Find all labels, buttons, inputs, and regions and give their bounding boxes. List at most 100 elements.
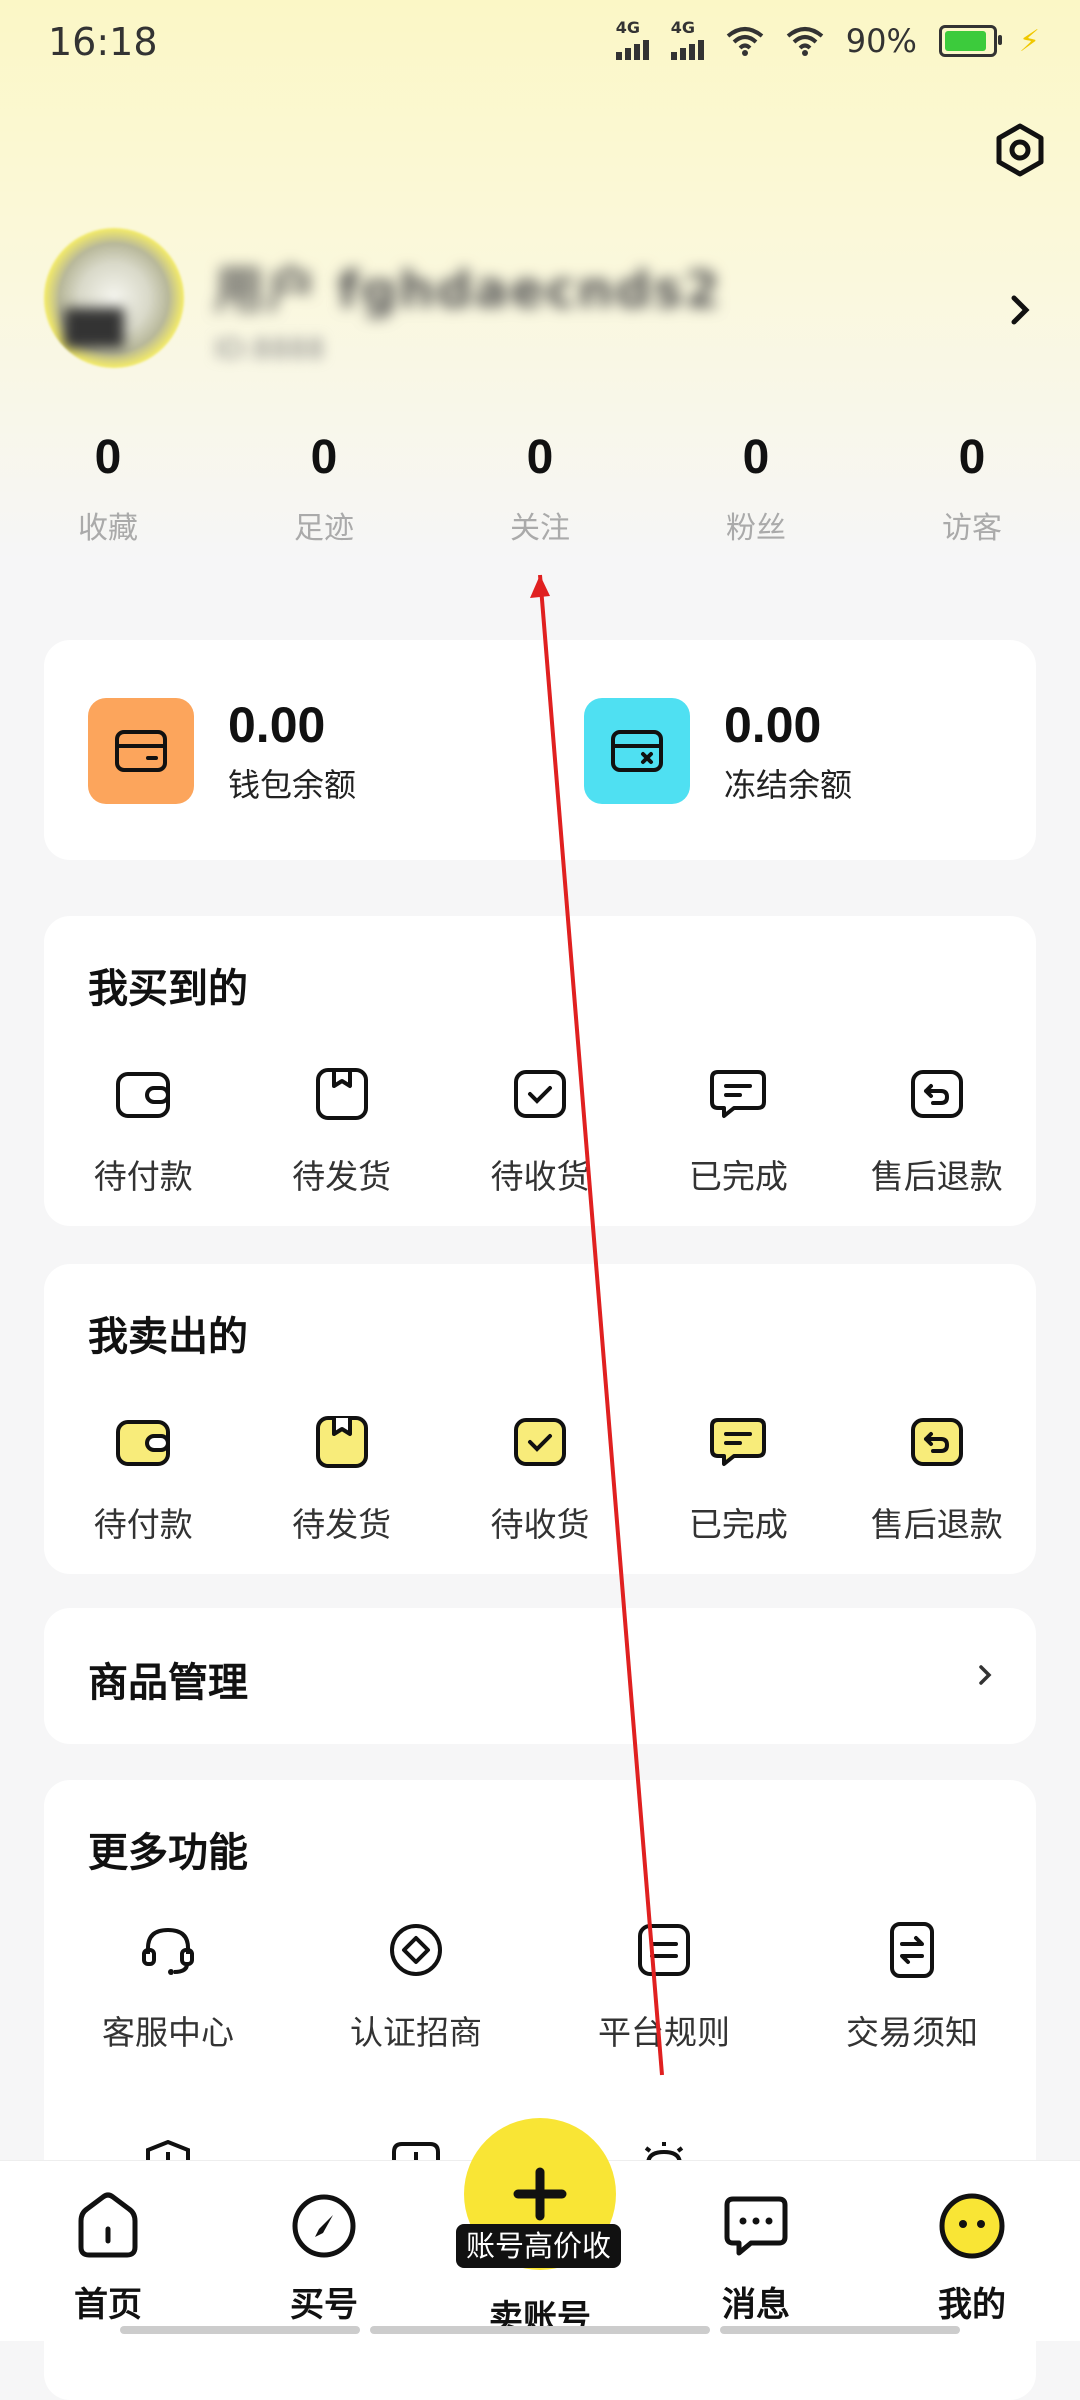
stat-label: 粉丝	[726, 511, 786, 546]
signal-icon: 4G	[615, 18, 649, 60]
section-title: 我卖出的	[88, 1314, 248, 1360]
check-box-icon	[513, 1070, 566, 1118]
home-icon	[78, 2192, 138, 2258]
item-label: 认证招商	[350, 2013, 482, 2052]
gesture-bar	[720, 2326, 960, 2334]
signal-icon-2: 4G	[670, 18, 704, 60]
stat-fans[interactable]: 0 粉丝	[648, 430, 864, 547]
nav-home[interactable]: 首页	[28, 2191, 188, 2326]
item-label: 售后退款	[870, 1157, 1003, 1196]
nav-buy[interactable]: 买号	[244, 2191, 404, 2326]
chevron-right-icon[interactable]	[1000, 290, 1040, 330]
buy-pending-payment[interactable]: 待付款	[44, 1064, 242, 1198]
smiley-icon	[939, 2193, 1005, 2259]
frozen-balance[interactable]: 0.00 冻结余额	[584, 696, 852, 806]
message-icon	[710, 1070, 767, 1118]
sell-after-sales[interactable]: 售后退款	[838, 1412, 1036, 1546]
wallet-card: 0.00 钱包余额 0.00 冻结余额	[44, 640, 1036, 860]
signal-label-2: 4G	[670, 18, 696, 37]
stat-value: 0	[742, 431, 770, 484]
stat-value: 0	[958, 431, 986, 484]
box-icon	[315, 1416, 368, 1468]
buy-completed[interactable]: 已完成	[639, 1064, 837, 1198]
status-time: 16:18	[48, 20, 158, 64]
goods-management-row[interactable]: 商品管理	[44, 1608, 1036, 1744]
wallet-icon	[116, 1072, 171, 1118]
exchange-icon	[890, 1922, 934, 1978]
stat-value: 0	[94, 431, 122, 484]
platform-rules[interactable]: 平台规则	[540, 1920, 788, 2054]
settings-icon[interactable]	[992, 122, 1048, 178]
rules-document-icon	[638, 1924, 690, 1976]
headset-icon	[142, 1927, 194, 1975]
profile-uid: ID:8888	[214, 332, 325, 365]
frozen-wallet-icon	[584, 698, 690, 804]
stat-favorites[interactable]: 0 收藏	[0, 430, 216, 547]
sell-pending-shipment[interactable]: 待发货	[242, 1412, 440, 1546]
stat-footprints[interactable]: 0 足迹	[216, 430, 432, 547]
plus-icon	[513, 2167, 567, 2221]
profile-nickname[interactable]: 用户 fghdaecnds2	[214, 250, 722, 322]
item-label: 售后退款	[870, 1505, 1003, 1544]
nav-messages[interactable]: 消息	[676, 2191, 836, 2326]
item-label: 交易须知	[846, 2013, 978, 2052]
nav-label: 首页	[74, 2285, 142, 2325]
nav-label: 消息	[722, 2285, 790, 2325]
buy-pending-shipment[interactable]: 待发货	[242, 1064, 440, 1198]
check-box-icon	[513, 1418, 566, 1466]
item-label: 客服中心	[102, 2013, 234, 2052]
trading-notice[interactable]: 交易须知	[788, 1920, 1036, 2054]
sell-pending-receipt[interactable]: 待收货	[441, 1412, 639, 1546]
section-title: 商品管理	[88, 1660, 248, 1706]
stat-label: 关注	[510, 511, 570, 546]
chevron-right-icon	[979, 1665, 992, 1685]
wallet-icon	[88, 698, 194, 804]
customer-service[interactable]: 客服中心	[44, 1920, 292, 2054]
compass-icon	[292, 2194, 356, 2258]
item-label: 已完成	[688, 1505, 788, 1544]
stat-value: 0	[526, 431, 554, 484]
item-label: 待付款	[93, 1157, 193, 1196]
chat-icon	[724, 2196, 788, 2256]
avatar[interactable]	[44, 228, 184, 368]
item-label: 待付款	[93, 1505, 193, 1544]
wallet-amount: 0.00	[228, 697, 326, 753]
stat-value: 0	[310, 431, 338, 484]
gesture-bar	[120, 2326, 360, 2334]
certification-merchant[interactable]: 认证招商	[292, 1920, 540, 2054]
item-label: 待收货	[490, 1505, 590, 1544]
stat-label: 访客	[942, 511, 1002, 546]
frozen-amount: 0.00	[724, 697, 822, 753]
stat-following[interactable]: 0 关注	[432, 430, 648, 547]
sell-pending-payment[interactable]: 待付款	[44, 1412, 242, 1546]
return-icon	[910, 1418, 963, 1466]
buy-orders-card: 我买到的 待付款 待发货 待收货 已完成 售后退款	[44, 916, 1036, 1226]
charging-icon: ⚡	[1018, 23, 1040, 59]
item-label: 待收货	[490, 1157, 590, 1196]
battery-icon	[938, 25, 1002, 57]
item-label: 已完成	[688, 1157, 788, 1196]
buy-after-sales[interactable]: 售后退款	[838, 1064, 1036, 1198]
nav-label: 买号	[290, 2285, 358, 2325]
stat-label: 足迹	[294, 511, 354, 546]
sell-promo-tag: 账号高价收	[456, 2224, 622, 2268]
nav-label: 我的	[938, 2285, 1006, 2325]
sell-orders-card: 我卖出的 待付款 待发货 待收货 已完成 售后退款	[44, 1264, 1036, 1574]
item-label: 待发货	[292, 1505, 392, 1544]
frozen-label: 冻结余额	[724, 766, 853, 804]
sell-completed[interactable]: 已完成	[639, 1412, 837, 1546]
status-bar: 16:18 4G 4G 90% ⚡	[0, 0, 1080, 82]
wallet-icon	[116, 1420, 171, 1466]
wallet-balance[interactable]: 0.00 钱包余额	[88, 696, 356, 806]
stat-visitors[interactable]: 0 访客	[864, 430, 1080, 547]
stat-label: 收藏	[78, 511, 138, 546]
message-icon	[710, 1418, 767, 1466]
box-icon	[315, 1068, 368, 1120]
buy-pending-receipt[interactable]: 待收货	[441, 1064, 639, 1198]
wifi-icon-2	[786, 27, 824, 56]
nav-mine[interactable]: 我的	[892, 2191, 1052, 2326]
wallet-label: 钱包余额	[228, 766, 357, 804]
gesture-bar	[370, 2326, 710, 2334]
profile-stats: 0 收藏 0 足迹 0 关注 0 粉丝 0 访客	[0, 430, 1080, 547]
item-label: 平台规则	[598, 2013, 730, 2052]
